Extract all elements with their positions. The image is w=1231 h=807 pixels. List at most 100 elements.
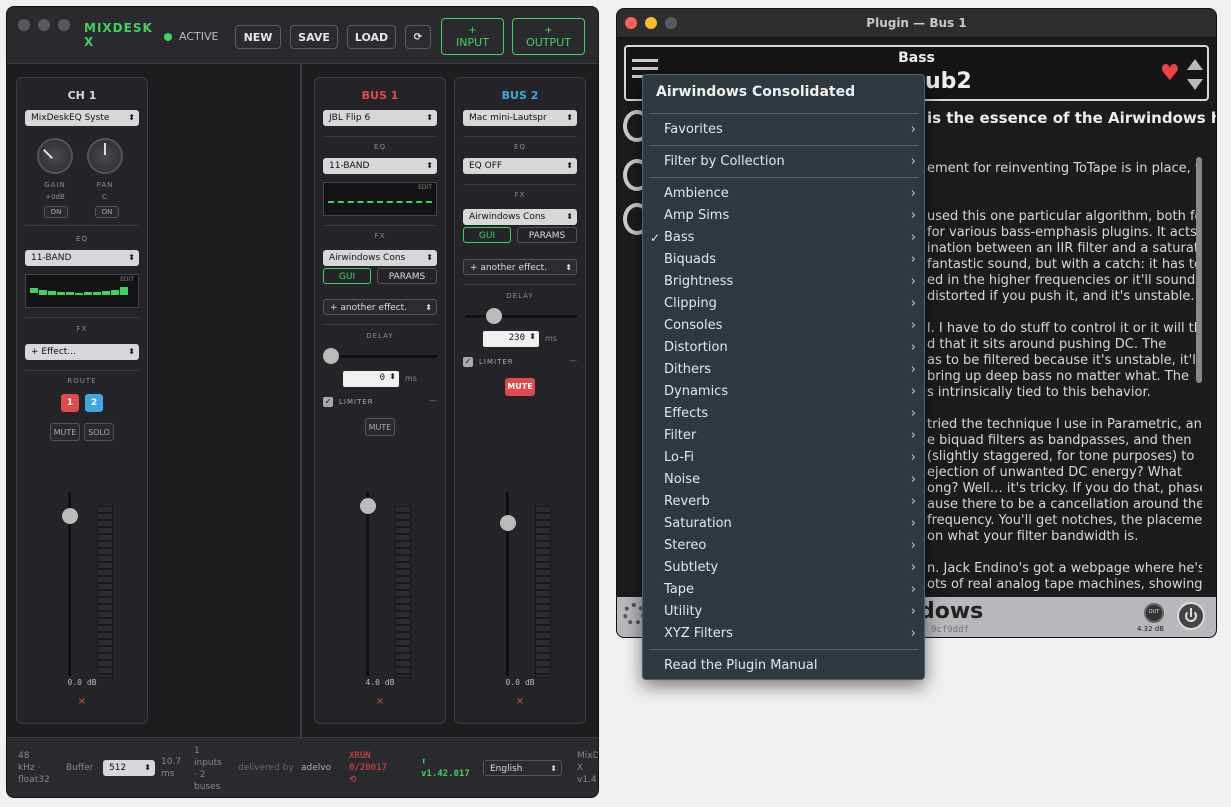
menu-item-dynamics[interactable]: Dynamics › (643, 381, 924, 403)
zoom-dot[interactable] (58, 19, 70, 31)
pan-knob[interactable] (87, 138, 123, 174)
minimize-dot[interactable] (38, 19, 50, 31)
mute-button[interactable]: MUTE (365, 418, 395, 436)
eq-label: EQ (76, 235, 88, 243)
menu-item-consoles[interactable]: Consoles › (643, 315, 924, 337)
menu-item-bass[interactable]: ✓ Bass › (643, 227, 924, 249)
eq-select[interactable]: 11-BAND ⬍ (25, 250, 139, 266)
menu-item-clipping[interactable]: Clipping › (643, 293, 924, 315)
fader-track[interactable] (366, 492, 369, 676)
remove-strip-icon[interactable]: × (455, 696, 585, 707)
delay-unit: ms (405, 374, 417, 383)
mute-button[interactable]: MUTE (505, 378, 535, 396)
menu-item-noise[interactable]: Noise › (643, 469, 924, 491)
chevron-right-icon: › (910, 604, 916, 619)
solo-button[interactable]: SOLO (84, 423, 114, 441)
menu-item-xyz-filters[interactable]: XYZ Filters › (643, 623, 924, 645)
menu-item-lo-fi[interactable]: Lo-Fi › (643, 447, 924, 469)
fx-select[interactable]: + Effect... ⬍ (25, 344, 139, 360)
load-button[interactable]: LOAD (347, 25, 396, 49)
fader-knob[interactable] (360, 498, 376, 514)
save-button[interactable]: SAVE (290, 25, 338, 49)
menu-item-filter-by-collection[interactable]: Filter by Collection › (643, 151, 924, 173)
mixdesk-header: MIXDESK X ACTIVE NEW SAVE LOAD ⟳ + INPUT… (7, 7, 598, 64)
menu-item-amp-sims[interactable]: Amp Sims › (643, 205, 924, 227)
buffer-select[interactable]: 512 ⬍ (103, 760, 155, 776)
output-device-select[interactable]: JBL Flip 6 ⬍ (323, 110, 437, 126)
route-2-button[interactable]: 2 (85, 394, 103, 412)
language-select[interactable]: English ⬍ (483, 760, 562, 776)
fader-knob[interactable] (500, 515, 516, 531)
fx-select[interactable]: Airwindows Cons ⬍ (463, 209, 577, 225)
menu-item-saturation[interactable]: Saturation › (643, 513, 924, 535)
eq-curve-preview[interactable]: EDIT (323, 182, 437, 216)
delay-input[interactable]: 230 ⬍ (483, 331, 539, 347)
output-knob[interactable]: OUT (1144, 603, 1164, 623)
close-dot[interactable] (18, 19, 30, 31)
power-icon[interactable] (1177, 602, 1205, 630)
add-effect-select[interactable]: + another effect. ⬍ (323, 299, 437, 315)
remove-strip-icon[interactable]: × (315, 696, 445, 707)
delay-slider-track[interactable] (325, 355, 437, 358)
section-divider (300, 64, 302, 737)
eq-curve-preview[interactable]: EDIT (25, 274, 139, 308)
menu-item-brightness[interactable]: Brightness › (643, 271, 924, 293)
reset-icon[interactable]: ⟲ (349, 774, 387, 786)
refresh-button[interactable]: ⟳ (405, 25, 431, 49)
limiter-checkbox[interactable]: ✓ (323, 397, 333, 407)
menu-item-label: Filter by Collection (664, 154, 785, 169)
gui-button[interactable]: GUI (323, 268, 371, 284)
limiter-checkbox[interactable]: ✓ (463, 357, 473, 367)
plugin-category[interactable]: Bass (626, 50, 1207, 66)
scrollbar-thumb[interactable] (1196, 157, 1202, 383)
add-effect-select[interactable]: + another effect. ⬍ (463, 259, 577, 275)
delay-slider-knob[interactable] (486, 308, 502, 324)
window-title: Plugin — Bus 1 (866, 16, 967, 30)
params-button[interactable]: PARAMS (517, 227, 577, 243)
menu-item-biquads[interactable]: Biquads › (643, 249, 924, 271)
divider (463, 284, 577, 285)
brand-link[interactable]: adelvo (301, 763, 331, 773)
gui-button[interactable]: GUI (463, 227, 511, 243)
delay-slider-track[interactable] (465, 315, 577, 318)
route-1-button[interactable]: 1 (61, 394, 79, 412)
menu-item-label: Amp Sims (664, 208, 730, 223)
divider (323, 136, 437, 137)
menu-item-distortion[interactable]: Distortion › (643, 337, 924, 359)
gain-on-toggle[interactable]: ON (44, 206, 68, 218)
menu-item-utility[interactable]: Utility › (643, 601, 924, 623)
version-badge[interactable]: ⬆ v1.42.017 (421, 756, 470, 780)
menu-item-filter[interactable]: Filter › (643, 425, 924, 447)
eq-select[interactable]: EQ OFF ⬍ (463, 158, 577, 174)
next-plugin-icon[interactable] (1187, 79, 1203, 90)
add-output-button[interactable]: + OUTPUT (512, 18, 585, 55)
new-button[interactable]: NEW (235, 25, 281, 49)
menu-item-tape[interactable]: Tape › (643, 579, 924, 601)
description-line: e biquad filters as bandpasses, and then (927, 433, 1192, 448)
heart-icon[interactable]: ♥ (1160, 61, 1180, 86)
menu-item-read-manual[interactable]: Read the Plugin Manual (643, 655, 924, 677)
input-device-select[interactable]: MixDeskEQ Syste ⬍ (25, 110, 139, 126)
fader-value: 4.0 dB (365, 678, 395, 687)
delay-input[interactable]: 0 ⬍ (343, 371, 399, 387)
menu-item-dithers[interactable]: Dithers › (643, 359, 924, 381)
menu-item-effects[interactable]: Effects › (643, 403, 924, 425)
add-input-button[interactable]: + INPUT (441, 18, 504, 55)
pan-on-toggle[interactable]: ON (95, 206, 119, 218)
gain-knob[interactable] (37, 138, 73, 174)
remove-strip-icon[interactable]: × (17, 696, 147, 707)
eq-select[interactable]: 11-BAND ⬍ (323, 158, 437, 174)
mute-button[interactable]: MUTE (50, 423, 80, 441)
menu-item-favorites[interactable]: Favorites › (643, 119, 924, 141)
output-device-select[interactable]: Mac mini-Lautspr ⬍ (463, 110, 577, 126)
menu-item-ambience[interactable]: Ambience › (643, 183, 924, 205)
delay-label: DELAY (506, 292, 534, 300)
prev-plugin-icon[interactable] (1187, 59, 1203, 70)
menu-item-reverb[interactable]: Reverb › (643, 491, 924, 513)
delay-slider-knob[interactable] (323, 348, 339, 364)
fx-select[interactable]: Airwindows Cons ⬍ (323, 250, 437, 266)
fader-knob[interactable] (62, 508, 78, 524)
params-button[interactable]: PARAMS (377, 268, 437, 284)
menu-item-subtlety[interactable]: Subtlety › (643, 557, 924, 579)
menu-item-stereo[interactable]: Stereo › (643, 535, 924, 557)
